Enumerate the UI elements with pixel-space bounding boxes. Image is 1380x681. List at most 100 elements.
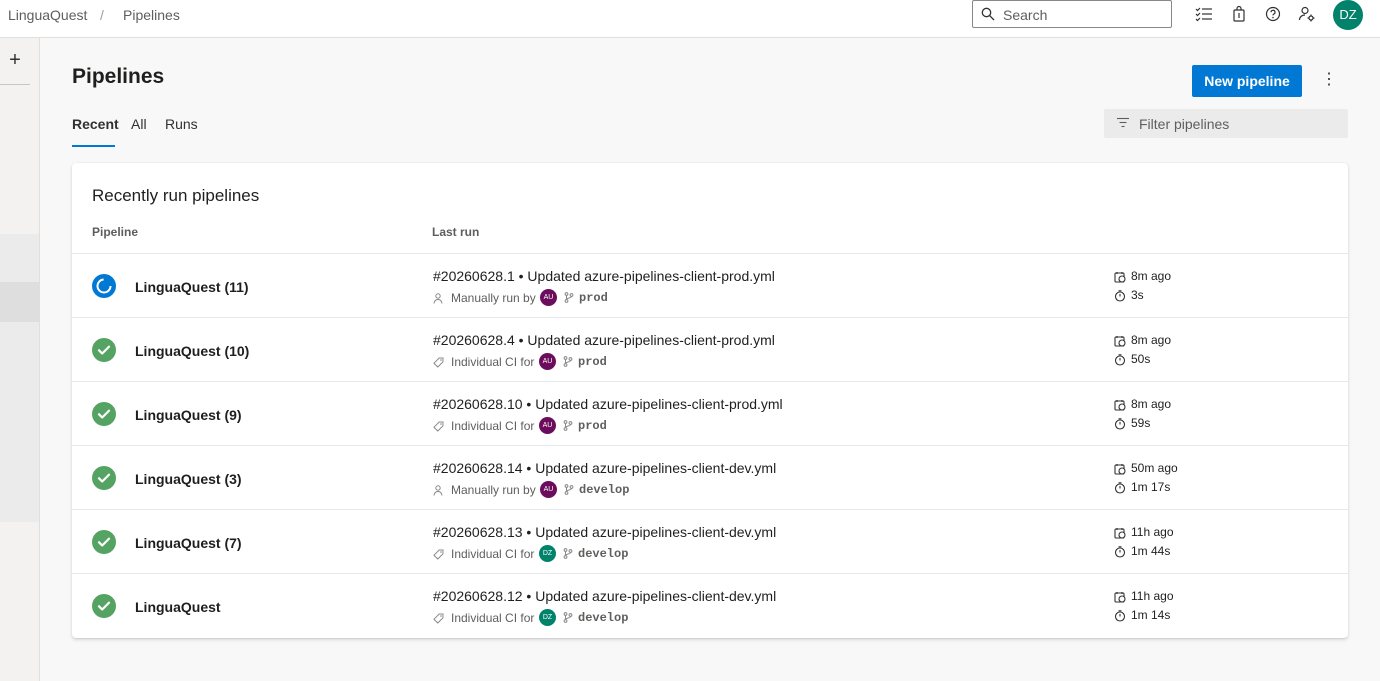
pipeline-row[interactable]: LinguaQuest (10) #20260628.4 • Updated az… — [72, 317, 1348, 381]
branch-icon — [563, 356, 573, 370]
search-input[interactable] — [1003, 6, 1163, 24]
rail-item[interactable] — [0, 234, 39, 282]
tag-icon — [433, 357, 444, 371]
trigger-text: Manually run by — [451, 291, 536, 305]
tag-icon — [433, 613, 444, 627]
stopwatch-icon — [1114, 546, 1126, 558]
person-icon — [433, 485, 443, 499]
column-header-pipeline: Pipeline — [92, 225, 139, 239]
success-status-icon — [92, 402, 116, 426]
branch-name: develop — [578, 611, 629, 625]
duration: 3s — [1131, 288, 1144, 302]
branch-icon — [564, 484, 574, 498]
pipeline-row[interactable]: LinguaQuest (11) #20260628.1 • Updated az… — [72, 253, 1348, 317]
duration: 1m 14s — [1131, 608, 1171, 622]
branch-name: prod — [578, 355, 607, 369]
tab-runs[interactable]: Runs — [165, 116, 198, 132]
calendar-icon — [1114, 272, 1126, 283]
calendar-icon — [1114, 400, 1126, 411]
left-navigation-rail: + — [0, 38, 40, 681]
run-title[interactable]: #20260628.1 • Updated azure-pipelines-cl… — [433, 268, 775, 284]
branch-name: develop — [579, 483, 630, 497]
time-ago: 8m ago — [1131, 269, 1172, 283]
time-ago: 11h ago — [1131, 589, 1174, 603]
pipeline-name[interactable]: LinguaQuest (9) — [135, 407, 242, 423]
pipeline-name[interactable]: LinguaQuest (10) — [135, 343, 249, 359]
requester-avatar: DZ — [539, 609, 556, 626]
requester-avatar: AU — [540, 289, 557, 306]
rail-item[interactable] — [0, 322, 39, 522]
active-tab-indicator — [72, 145, 115, 147]
marketplace-bag-icon[interactable] — [1230, 5, 1248, 23]
branch-icon — [563, 612, 573, 626]
success-status-icon — [92, 338, 116, 362]
stopwatch-icon — [1114, 610, 1126, 622]
user-settings-icon[interactable] — [1298, 5, 1316, 23]
filter-pipelines-input[interactable] — [1139, 115, 1339, 133]
tab-recent[interactable]: Recent — [72, 116, 119, 132]
branch-name: prod — [578, 419, 607, 433]
duration: 1m 44s — [1131, 544, 1171, 558]
run-title[interactable]: #20260628.14 • Updated azure-pipelines-c… — [433, 460, 776, 476]
branch-icon — [563, 420, 573, 434]
requester-avatar: AU — [539, 353, 556, 370]
page-title: Pipelines — [72, 65, 165, 88]
trigger-text: Individual CI for — [451, 547, 535, 561]
trigger-text: Individual CI for — [451, 611, 535, 625]
search-icon — [981, 7, 995, 21]
recent-pipelines-card: Recently run pipelines Pipeline Last run… — [72, 163, 1348, 638]
top-bar: LinguaQuest / Pipelines DZ — [0, 0, 1380, 38]
branch-icon — [563, 548, 573, 562]
search-box[interactable] — [972, 0, 1172, 28]
run-title[interactable]: #20260628.13 • Updated azure-pipelines-c… — [433, 524, 776, 540]
pipeline-name[interactable]: LinguaQuest (11) — [135, 279, 249, 295]
stopwatch-icon — [1114, 290, 1126, 302]
requester-avatar: DZ — [539, 545, 556, 562]
card-title: Recently run pipelines — [92, 186, 260, 205]
requester-avatar: AU — [539, 417, 556, 434]
task-list-icon[interactable] — [1195, 5, 1213, 23]
help-icon[interactable] — [1264, 5, 1282, 23]
stopwatch-icon — [1114, 482, 1126, 494]
tab-all[interactable]: All — [131, 116, 147, 132]
running-status-icon — [92, 274, 116, 298]
pipeline-row[interactable]: LinguaQuest (9) #20260628.10 • Updated az… — [72, 381, 1348, 445]
duration: 50s — [1131, 352, 1151, 366]
rail-item-selected[interactable] — [0, 282, 39, 322]
breadcrumb-project[interactable]: LinguaQuest — [8, 7, 87, 23]
more-options-icon[interactable]: ⋮ — [1318, 68, 1340, 92]
trigger-text: Individual CI for — [451, 355, 535, 369]
add-icon[interactable]: + — [0, 38, 30, 85]
pipeline-name[interactable]: LinguaQuest — [135, 599, 221, 615]
filter-box[interactable] — [1104, 109, 1348, 138]
breadcrumb-pipelines[interactable]: Pipelines — [123, 7, 180, 23]
stopwatch-icon — [1114, 354, 1126, 366]
trigger-text: Individual CI for — [451, 419, 535, 433]
stopwatch-icon — [1114, 418, 1126, 430]
pipeline-name[interactable]: LinguaQuest (7) — [135, 535, 242, 551]
pipeline-name[interactable]: LinguaQuest (3) — [135, 471, 242, 487]
duration: 59s — [1131, 416, 1151, 430]
breadcrumb-separator: / — [100, 7, 104, 23]
new-pipeline-button[interactable]: New pipeline — [1192, 65, 1302, 97]
branch-name: prod — [579, 291, 608, 305]
run-title[interactable]: #20260628.12 • Updated azure-pipelines-c… — [433, 588, 776, 604]
pipeline-row[interactable]: LinguaQuest (3) #20260628.14 • Updated az… — [72, 445, 1348, 509]
pipeline-row[interactable]: LinguaQuest #20260628.12 • Updated azure-… — [72, 573, 1348, 637]
calendar-icon — [1114, 592, 1126, 603]
branch-icon — [564, 292, 574, 306]
pipeline-row[interactable]: LinguaQuest (7) #20260628.13 • Updated az… — [72, 509, 1348, 573]
time-ago: 8m ago — [1131, 397, 1172, 411]
success-status-icon — [92, 466, 116, 490]
success-status-icon — [92, 530, 116, 554]
time-ago: 50m ago — [1131, 461, 1178, 475]
filter-icon — [1117, 117, 1129, 128]
calendar-icon — [1114, 528, 1126, 539]
run-title[interactable]: #20260628.10 • Updated azure-pipelines-c… — [433, 396, 783, 412]
requester-avatar: AU — [540, 481, 557, 498]
branch-name: develop — [578, 547, 629, 561]
duration: 1m 17s — [1131, 480, 1171, 494]
person-icon — [433, 293, 443, 307]
run-title[interactable]: #20260628.4 • Updated azure-pipelines-cl… — [433, 332, 775, 348]
user-avatar[interactable]: DZ — [1333, 0, 1363, 30]
